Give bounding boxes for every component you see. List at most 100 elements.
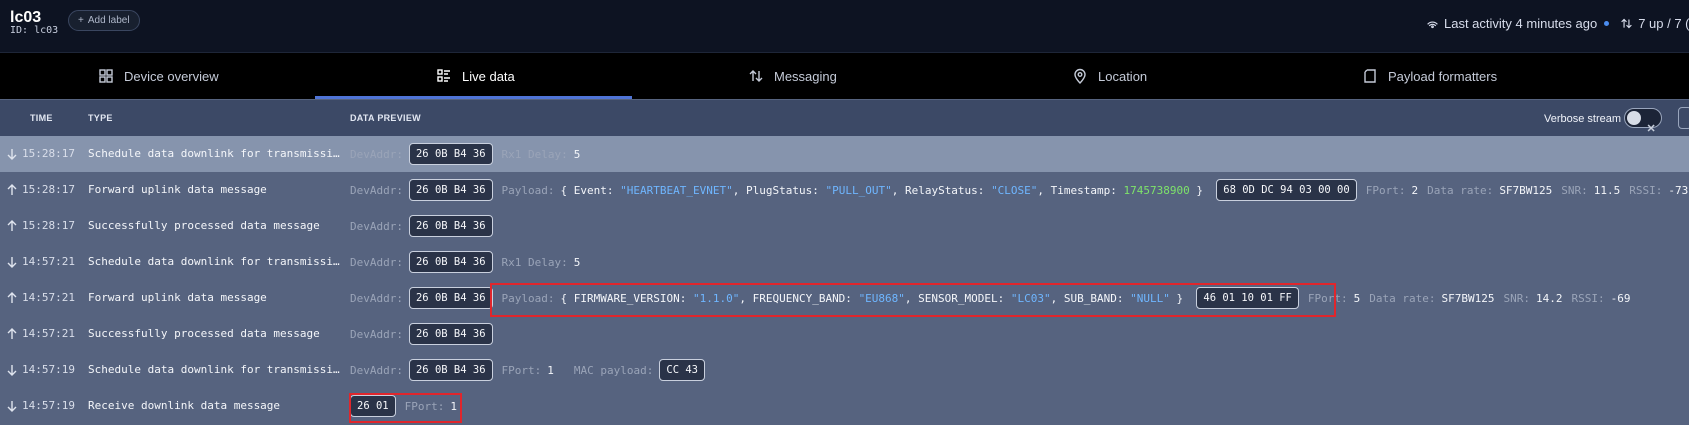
fport-value: 5	[1353, 291, 1361, 305]
arrow-down-icon	[7, 149, 17, 160]
pin-icon	[1074, 68, 1086, 84]
tab-payload-formatters[interactable]: Payload formatters	[1362, 53, 1497, 99]
event-row[interactable]: 15:28:17 Successfully processed data mes…	[0, 208, 1689, 244]
mac-payload-label: MAC payload:	[573, 363, 654, 377]
devaddr-value[interactable]: 26 0B B4 36	[408, 359, 493, 381]
column-header: TIME TYPE DATA PREVIEW Verbose stream ✕	[0, 100, 1689, 136]
fport-label: FPort:	[1365, 183, 1406, 197]
rssi-value: -69	[1610, 291, 1631, 305]
devaddr-value[interactable]: 26 0B B4 36	[408, 323, 493, 345]
event-time: 14:57:19	[22, 363, 75, 376]
snr-value: 11.5	[1593, 183, 1621, 197]
event-row[interactable]: 15:28:17 Forward uplink data message Dev…	[0, 172, 1689, 208]
data-preview: DevAddr: 26 0B B4 36 Payload: { FIRMWARE…	[350, 280, 1639, 316]
add-label-button[interactable]: + Add label	[68, 10, 140, 31]
fport-value: 2	[1411, 183, 1419, 197]
grid-icon	[99, 69, 113, 83]
event-type: Schedule data downlink for transmissi…	[88, 147, 340, 160]
snr-value: 14.2	[1535, 291, 1563, 305]
arrow-up-icon	[7, 328, 17, 339]
devaddr-value[interactable]: 26 0B B4 36	[408, 251, 493, 273]
event-type: Forward uplink data message	[88, 183, 267, 196]
snr-label: SNR:	[1503, 291, 1530, 305]
event-row[interactable]: 14:57:21 Schedule data downlink for tran…	[0, 244, 1689, 280]
event-row[interactable]: 15:28:17 Schedule data downlink for tran…	[0, 136, 1689, 172]
data-preview: DevAddr: 26 0B B4 36	[350, 316, 502, 352]
tab-live-data[interactable]: Live data	[436, 53, 515, 99]
data-preview: 26 01 FPort: 1	[350, 388, 466, 424]
mac-payload-value[interactable]: CC 43	[659, 359, 705, 381]
devaddr-label: DevAddr:	[350, 291, 403, 305]
event-type: Successfully processed data message	[88, 327, 320, 340]
event-type: Schedule data downlink for transmissi…	[88, 255, 340, 268]
active-tab-indicator	[315, 96, 632, 99]
devaddr-value[interactable]: 26 0B B4 36	[408, 143, 493, 165]
event-type: Receive downlink data message	[88, 399, 281, 412]
data-rate-value: SF7BW125	[1499, 183, 1553, 197]
raw-payload[interactable]: 46 01 10 01 FF	[1196, 287, 1299, 309]
arrow-down-icon	[7, 401, 17, 412]
tab-messaging[interactable]: Messaging	[748, 53, 837, 99]
event-row[interactable]: 14:57:19 Schedule data downlink for tran…	[0, 352, 1689, 388]
devaddr-value[interactable]: 26 0B B4 36	[408, 179, 493, 201]
verbose-stream-toggle[interactable]: ✕	[1624, 108, 1662, 135]
data-preview: DevAddr: 26 0B B4 36	[350, 208, 502, 244]
last-activity: Last activity 4 minutes ago	[1444, 16, 1598, 31]
devaddr-value[interactable]: 26 0B B4 36	[408, 287, 493, 309]
event-type: Forward uplink data message	[88, 291, 267, 304]
arrow-up-icon	[7, 220, 17, 231]
toggle-knob	[1627, 111, 1641, 125]
tab-label: Live data	[462, 68, 515, 84]
rx1-delay-label: Rx1 Delay:	[501, 255, 568, 269]
event-time: 14:57:21	[22, 255, 75, 268]
signal-icon	[1427, 21, 1438, 29]
raw-payload[interactable]: 68 0D DC 94 03 00 00	[1216, 179, 1357, 201]
event-type: Schedule data downlink for transmissi…	[88, 363, 340, 376]
raw-payload[interactable]: 26 01	[350, 395, 396, 417]
event-time: 14:57:19	[22, 399, 75, 412]
fport-label: FPort:	[404, 399, 445, 413]
add-label-text: Add label	[87, 15, 130, 26]
data-rate-label: Data rate:	[1427, 183, 1494, 197]
devaddr-value[interactable]: 26 0B B4 36	[408, 215, 493, 237]
device-header: lc03 ID: lc03 + Add label Last activity …	[0, 0, 1689, 53]
fport-label: FPort:	[501, 363, 542, 377]
rx1-delay-value: 5	[573, 147, 581, 161]
data-preview: DevAddr: 26 0B B4 36 Payload: { Event: "…	[350, 172, 1689, 208]
data-rate-value: SF7BW125	[1441, 291, 1495, 305]
devaddr-label: DevAddr:	[350, 363, 403, 377]
arrows-icon	[749, 70, 763, 82]
tab-label: Device overview	[124, 68, 219, 84]
fport-label: FPort:	[1307, 291, 1348, 305]
event-time: 15:28:17	[22, 219, 75, 232]
rx1-delay-label: Rx1 Delay:	[501, 147, 568, 161]
fport-value: 1	[547, 363, 554, 377]
tab-location[interactable]: Location	[1072, 53, 1147, 99]
rssi-value: -73	[1668, 183, 1689, 197]
col-data-preview: DATA PREVIEW	[350, 113, 421, 123]
data-preview: DevAddr: 26 0B B4 36 Rx1 Delay: 5	[350, 244, 589, 280]
col-time: TIME	[30, 113, 53, 123]
arrow-down-icon	[7, 365, 17, 376]
event-row[interactable]: 14:57:19 Receive downlink data message 2…	[0, 388, 1689, 424]
col-type: TYPE	[88, 113, 113, 123]
decoded-payload: { FIRMWARE_VERSION: "1.1.0", FREQUENCY_B…	[560, 291, 1197, 305]
rx1-delay-value: 5	[573, 255, 581, 269]
decoded-payload: { Event: "HEARTBEAT_EVNET", PlugStatus: …	[560, 183, 1217, 197]
formatter-icon	[1364, 69, 1376, 83]
event-row[interactable]: 14:57:21 Forward uplink data message Dev…	[0, 280, 1689, 316]
tab-label: Payload formatters	[1388, 68, 1498, 84]
devaddr-label: DevAddr:	[350, 219, 403, 233]
rssi-label: RSSI:	[1629, 183, 1663, 197]
data-rate-label: Data rate:	[1369, 291, 1436, 305]
devaddr-label: DevAddr:	[350, 255, 403, 269]
event-time: 14:57:21	[22, 291, 75, 304]
tab-label: Location	[1098, 68, 1148, 84]
plus-icon: +	[78, 15, 84, 26]
tab-device-overview[interactable]: Device overview	[98, 53, 219, 99]
arrow-up-icon	[7, 292, 17, 303]
event-time: 14:57:21	[22, 327, 75, 340]
uplink-count: 7 up / 7 (A	[1638, 16, 1689, 31]
event-row[interactable]: 14:57:21 Successfully processed data mes…	[0, 316, 1689, 352]
overflow-button[interactable]	[1678, 107, 1689, 129]
